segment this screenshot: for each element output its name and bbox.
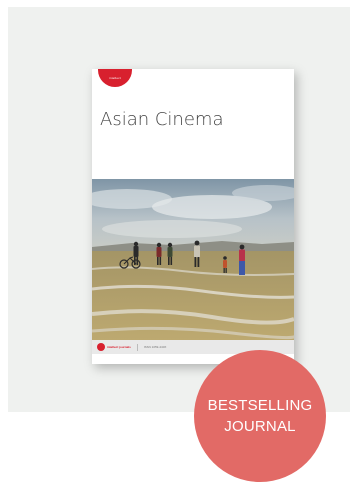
journal-title: Asian Cinema: [100, 109, 224, 130]
badge-line-2: JOURNAL: [224, 418, 296, 435]
product-card[interactable]: intellect Asian Cinema intellect journal…: [8, 7, 350, 412]
publisher-logo-icon: [97, 343, 105, 351]
footer-divider: [136, 343, 138, 351]
bestselling-badge: BESTSELLING JOURNAL: [194, 350, 326, 482]
issn-text: ISSN 1059-440X: [143, 345, 167, 349]
publisher-tab: intellect: [98, 69, 132, 87]
publisher-tab-text: intellect: [109, 76, 121, 80]
publisher-name: intellect journals: [107, 345, 131, 349]
badge-line-1: BESTSELLING: [207, 397, 313, 414]
cover-photo: [92, 179, 294, 340]
journal-cover-image[interactable]: intellect Asian Cinema intellect journal…: [92, 69, 294, 364]
